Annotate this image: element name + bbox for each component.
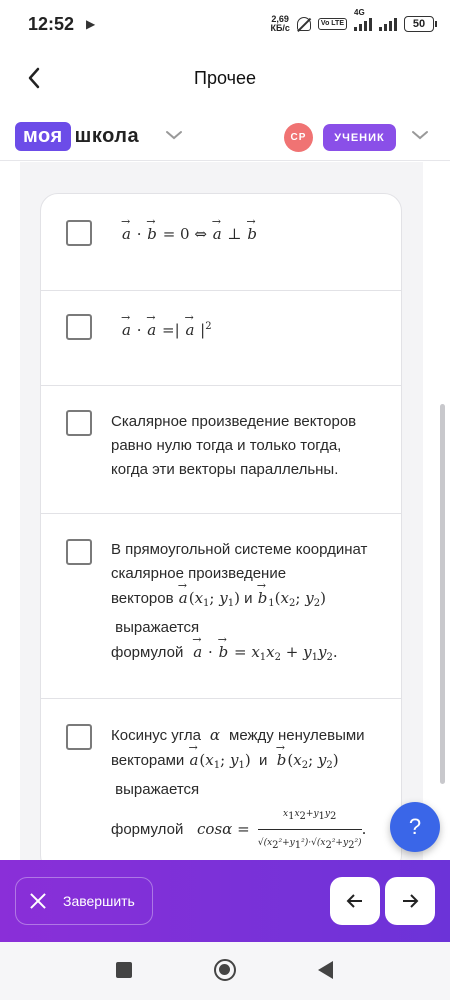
option-checkbox[interactable] [66,220,92,246]
option-item[interactable]: Скалярное произведение векторов равно ну… [41,386,401,514]
network-speed: 2,69 КБ/с [270,14,290,33]
logo-part-2: школа [74,125,140,147]
help-button[interactable]: ? [390,802,440,852]
close-icon [30,893,46,909]
option-checkbox[interactable] [66,539,92,565]
option-item[interactable]: a · a =| a |2 [41,291,401,386]
option-text: Скалярное произведение векторов равно ну… [111,413,357,478]
battery-icon: 50 [404,16,437,32]
arrow-left-icon [346,894,362,908]
option-item[interactable]: В прямоугольной системе координат скаляр… [41,514,401,699]
chevron-left-icon [28,67,40,89]
scrollbar[interactable] [440,404,445,784]
option-text: Косинус угла α между ненулевыми векторам… [111,723,391,858]
option-formula: a · a =| a |2 [121,306,391,342]
location-arrow-icon: ▶ [86,17,96,31]
prev-button[interactable] [330,877,380,925]
option-text: В прямоугольной системе координат скаляр… [111,538,391,670]
option-checkbox[interactable] [66,410,92,436]
action-bar: Завершить [0,860,450,942]
app-header: Прочее [0,56,450,100]
role-badge[interactable]: УЧЕНИК [323,124,396,151]
home-icon[interactable] [214,959,236,981]
brand-bar: моя школа СР УЧЕНИК [0,118,450,158]
logo[interactable]: моя школа [15,122,139,151]
finish-label: Завершить [63,893,135,909]
volte-icon: Vo LTE [317,18,347,30]
avatar[interactable]: СР [284,123,313,152]
next-button[interactable] [385,877,435,925]
option-formula: a · b = 0 ⇔ a ⊥ b [121,210,391,246]
option-checkbox[interactable] [66,724,92,750]
answer-options-card: a · b = 0 ⇔ a ⊥ b a · a =| a |2 Скалярно… [40,193,402,873]
back-button[interactable] [20,64,48,92]
arrow-right-icon [403,894,419,908]
back-triangle-icon[interactable] [318,961,333,979]
status-time: 12:52 [28,13,75,34]
page-title: Прочее [194,67,256,88]
option-item[interactable]: Косинус угла α между ненулевыми векторам… [41,699,401,872]
system-nav-bar [0,942,450,1000]
chevron-down-icon[interactable] [410,128,430,147]
finish-button[interactable]: Завершить [15,877,153,925]
option-checkbox[interactable] [66,314,92,340]
logo-part-1: моя [15,122,71,151]
option-item[interactable]: a · b = 0 ⇔ a ⊥ b [41,194,401,291]
status-bar: 12:52 ▶ 2,69 КБ/с Vo LTE 4G 50 [0,0,450,48]
muted-bell-icon [296,17,311,31]
divider [0,160,450,161]
chevron-down-icon[interactable] [164,128,184,147]
signal-4g-icon: 4G [354,8,372,31]
recents-icon[interactable] [116,962,132,978]
signal-icon [379,17,397,31]
